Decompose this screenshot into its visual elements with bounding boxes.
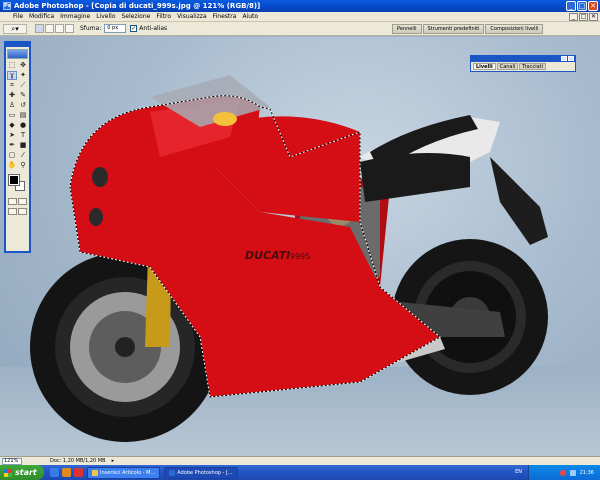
- screen-mode-full-icon[interactable]: [18, 208, 27, 215]
- start-button[interactable]: start: [0, 465, 44, 480]
- task-label: Adobe Photoshop - [...: [177, 469, 233, 476]
- windows-logo-icon: [4, 468, 12, 477]
- tab-layers[interactable]: Livelli: [473, 63, 496, 70]
- antialias-label: Anti-alias: [139, 25, 168, 32]
- foreground-color-swatch[interactable]: [8, 174, 20, 186]
- notes-tool-icon[interactable]: ▢: [7, 151, 17, 160]
- media-icon[interactable]: [74, 468, 83, 477]
- selection-mode-group: [35, 24, 74, 33]
- network-icon[interactable]: [569, 469, 576, 476]
- path-selection-icon[interactable]: ➤: [7, 131, 17, 140]
- slice-tool-icon[interactable]: ⟋: [18, 81, 28, 90]
- menu-selezione[interactable]: Selezione: [119, 13, 154, 20]
- screen-mode-standard-icon[interactable]: [8, 208, 17, 215]
- start-label: start: [15, 468, 37, 477]
- toolbox-panel: ⬚ ✥ ɣ ✦ ⌗ ⟋ ✚ ✎ ♙ ↺ ▭ ▤ ◆ ● ➤ T ✒ ■ ▢ ⁄ …: [4, 41, 31, 253]
- document-canvas[interactable]: DUCATI 999S: [0, 37, 600, 456]
- menu-file[interactable]: File: [10, 13, 26, 20]
- quick-launch: [50, 468, 83, 477]
- ie-icon[interactable]: [50, 468, 59, 477]
- photoshop-icon: Ps: [3, 2, 11, 10]
- well-tab-brushes[interactable]: Pennelli: [392, 24, 422, 34]
- standard-mode-icon[interactable]: [8, 198, 17, 205]
- security-alert-icon[interactable]: [559, 469, 566, 476]
- photoshop-logo-icon[interactable]: [7, 49, 28, 59]
- add-selection-button[interactable]: [45, 24, 54, 33]
- close-button[interactable]: ✕: [588, 1, 598, 11]
- palette-close-icon[interactable]: [568, 56, 574, 61]
- menu-livello[interactable]: Livello: [93, 13, 118, 20]
- new-selection-button[interactable]: [35, 24, 44, 33]
- status-bar: 121% Doc: 1,20 MB/1,20 MB ▸: [0, 456, 600, 465]
- zoom-level-field[interactable]: 121%: [2, 457, 22, 465]
- shape-tool-icon[interactable]: ■: [18, 141, 28, 150]
- menu-modifica[interactable]: Modifica: [26, 13, 57, 20]
- lasso-tool-icon[interactable]: ɣ: [7, 71, 17, 80]
- task-inserisci-articolo[interactable]: Inserisci Articolo - M...: [87, 466, 161, 479]
- color-swatches: [6, 173, 29, 195]
- antialias-checkbox[interactable]: ✓: [130, 25, 138, 32]
- doc-minimize-button[interactable]: _: [569, 13, 578, 21]
- maximize-button[interactable]: □: [577, 1, 587, 11]
- taskbar: start Inserisci Articolo - M... Adobe Ph…: [0, 465, 600, 480]
- system-tray: 21:36: [528, 465, 600, 480]
- hand-tool-icon[interactable]: ✋: [7, 161, 17, 170]
- move-tool-icon[interactable]: ✥: [18, 61, 28, 70]
- eyedropper-tool-icon[interactable]: ⁄: [18, 151, 28, 160]
- palette-minimize-icon[interactable]: [561, 56, 567, 61]
- menu-aiuto[interactable]: Aiuto: [239, 13, 261, 20]
- window-title: Adobe Photoshop - [Copia di ducati_999s.…: [14, 2, 261, 10]
- well-tab-tool-presets[interactable]: Strumenti predefiniti: [422, 24, 485, 34]
- eraser-tool-icon[interactable]: ▭: [7, 111, 17, 120]
- well-tab-layer-comps[interactable]: Composizioni livelli: [485, 24, 544, 34]
- language-indicator[interactable]: EN: [515, 469, 522, 475]
- feather-input[interactable]: 0 px: [104, 24, 127, 33]
- doc-maximize-button[interactable]: □: [579, 13, 588, 21]
- tab-channels[interactable]: Canali: [496, 63, 519, 70]
- pen-tool-icon[interactable]: ✒: [7, 141, 17, 150]
- magic-wand-tool-icon[interactable]: ✦: [18, 71, 28, 80]
- history-brush-icon[interactable]: ↺: [18, 101, 28, 110]
- subtract-selection-button[interactable]: [55, 24, 64, 33]
- photoshop-task-icon: [169, 469, 176, 476]
- palette-well: Pennelli Strumenti predefiniti Composizi…: [392, 24, 544, 34]
- menu-visualizza[interactable]: Visualizza: [174, 13, 210, 20]
- motorcycle-image: DUCATI 999S: [30, 75, 548, 442]
- feather-label: Sfuma:: [80, 25, 102, 32]
- brush-tool-icon[interactable]: ✎: [18, 91, 28, 100]
- blur-tool-icon[interactable]: ◆: [7, 121, 17, 130]
- browser-task-icon: [92, 469, 98, 476]
- title-bar: Ps Adobe Photoshop - [Copia di ducati_99…: [0, 0, 600, 12]
- clock: 21:36: [579, 469, 594, 476]
- status-menu-arrow-icon[interactable]: ▸: [112, 458, 115, 464]
- crop-tool-icon[interactable]: ⌗: [7, 81, 17, 90]
- gradient-tool-icon[interactable]: ▤: [18, 111, 28, 120]
- menu-immagine[interactable]: Immagine: [57, 13, 93, 20]
- quick-mask-icon[interactable]: [18, 198, 27, 205]
- screen-mode-row: [6, 208, 29, 215]
- dodge-tool-icon[interactable]: ●: [18, 121, 28, 130]
- menu-filtro[interactable]: Filtro: [153, 13, 174, 20]
- minimize-button[interactable]: _: [566, 1, 576, 11]
- task-label: Inserisci Articolo - M...: [100, 469, 156, 476]
- task-photoshop[interactable]: Adobe Photoshop - [...: [164, 466, 238, 479]
- menu-finestra[interactable]: Finestra: [210, 13, 240, 20]
- zoom-tool-icon[interactable]: ⚲: [18, 161, 28, 170]
- bike-model-text: 999S: [290, 252, 310, 261]
- firefox-icon[interactable]: [62, 468, 71, 477]
- clone-stamp-icon[interactable]: ♙: [7, 101, 17, 110]
- document-size-info: Doc: 1,20 MB/1,20 MB: [50, 458, 106, 464]
- intersect-selection-button[interactable]: [65, 24, 74, 33]
- tool-preset-picker[interactable]: ⌕▾: [3, 23, 27, 34]
- layers-palette: Livelli Canali Tracciati: [470, 55, 576, 72]
- tab-paths[interactable]: Tracciati: [519, 63, 547, 70]
- quick-mask-row: [6, 198, 29, 205]
- bike-brand-text: DUCATI: [245, 249, 290, 262]
- healing-brush-icon[interactable]: ✚: [7, 91, 17, 100]
- type-tool-icon[interactable]: T: [18, 131, 28, 140]
- marquee-tool-icon[interactable]: ⬚: [7, 61, 17, 70]
- menu-bar: File Modifica Immagine Livello Selezione…: [0, 12, 600, 22]
- doc-close-button[interactable]: ✕: [589, 13, 598, 21]
